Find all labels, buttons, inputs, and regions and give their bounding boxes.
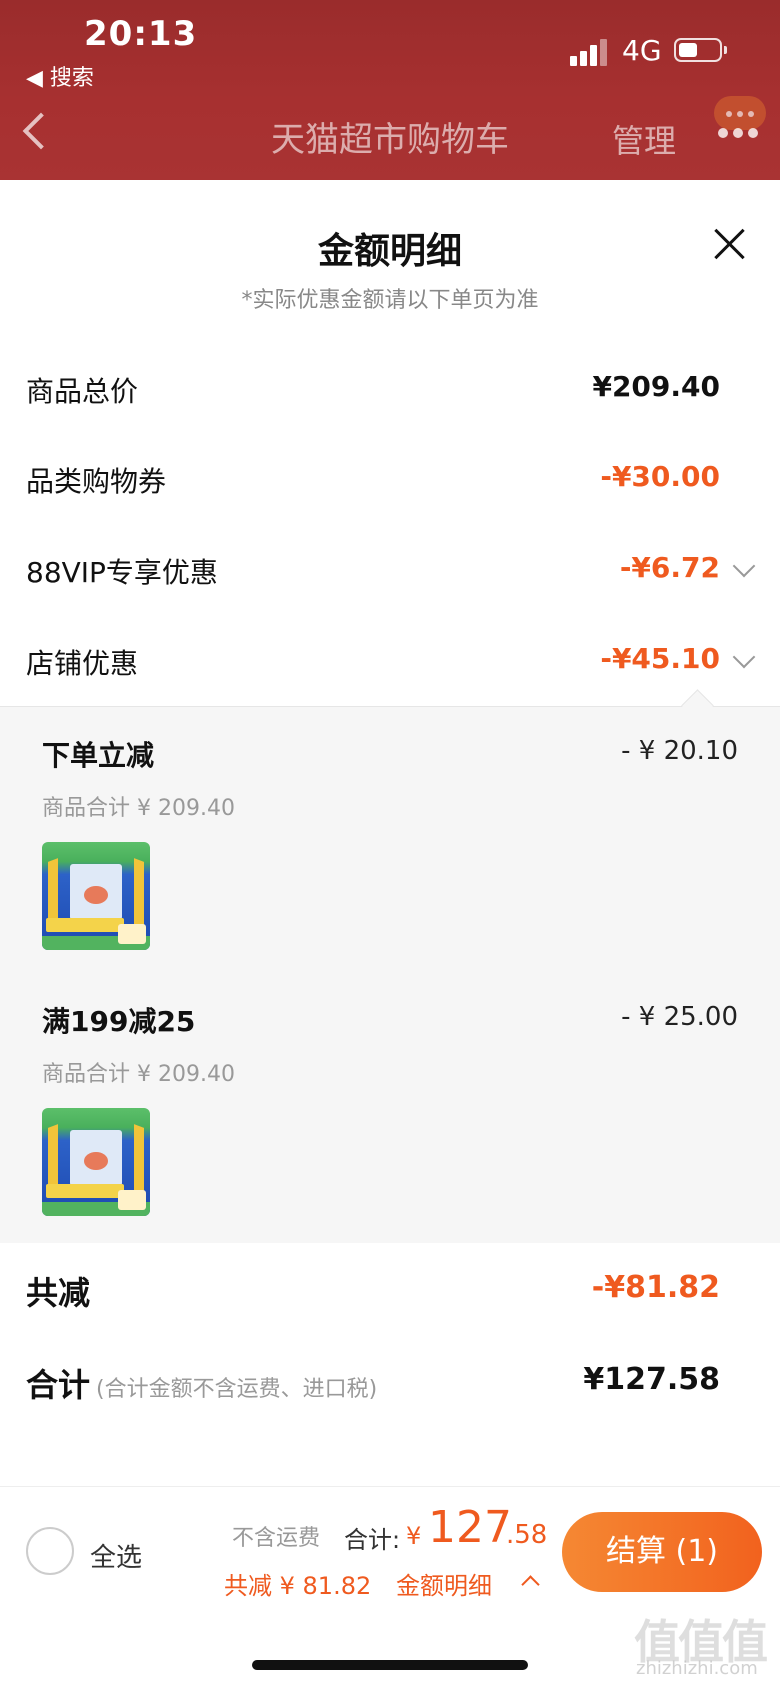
bar-total-integer: 127 <box>428 1502 512 1553</box>
manage-button[interactable]: 管理 <box>612 116 676 162</box>
product-thumbnail[interactable] <box>42 1108 150 1216</box>
amount-detail-link[interactable]: 金额明细 <box>396 1566 492 1601</box>
status-time: 20:13 <box>84 14 198 54</box>
store-discount-label[interactable]: 店铺优惠 <box>26 642 138 682</box>
grand-total-label: 合计 (合计金额不含运费、进口税) <box>26 1360 377 1406</box>
network-type: 4G <box>622 34 662 67</box>
battery-icon <box>674 38 727 62</box>
grand-total-value: ¥127.58 <box>583 1362 720 1397</box>
category-coupon-label: 品类购物券 <box>26 465 167 498</box>
top-header: 20:13 ◀ 搜索 4G 天猫超市购物车 管理 <box>0 0 780 180</box>
promo-amount: - ¥ 25.00 <box>621 1002 738 1032</box>
sheet-subtitle: *实际优惠金额请以下单页为准 <box>241 288 539 313</box>
vip-discount-label[interactable]: 88VIP专享优惠 <box>26 551 218 591</box>
total-discount-label: 共减 <box>26 1274 91 1312</box>
watermark-logo: 值值值 <box>634 1615 768 1669</box>
message-icon[interactable] <box>714 96 766 130</box>
vip-discount-value[interactable]: -¥6.72 <box>620 551 720 584</box>
store-discount-value[interactable]: -¥45.10 <box>600 642 720 675</box>
goods-total-value: ¥209.40 <box>592 370 720 403</box>
promo-amount: - ¥ 20.10 <box>621 736 738 766</box>
bar-total-label: 合计: <box>344 1526 401 1554</box>
checkout-button[interactable]: 结算 (1) <box>562 1512 762 1592</box>
goods-total-label: 商品总价 <box>26 375 139 408</box>
promo-name: 下单立减 <box>42 739 155 772</box>
product-thumbnail[interactable] <box>42 842 150 950</box>
signal-icon <box>570 38 612 66</box>
total-discount-value: -¥81.82 <box>591 1270 720 1305</box>
watermark-url: zhizhizhi.com <box>636 1658 758 1679</box>
promo-subtotal: 商品合计 ¥ 209.40 <box>42 1062 235 1087</box>
chevron-down-icon[interactable] <box>732 554 756 578</box>
promo-subtotal: 商品合计 ¥ 209.40 <box>42 796 235 821</box>
grand-total-text: 合计 <box>26 1366 91 1404</box>
promo-name: 满199减25 <box>42 1005 196 1038</box>
back-to-app-link[interactable]: ◀ 搜索 <box>26 60 94 92</box>
grand-total-note: (合计金额不含运费、进口税) <box>96 1377 378 1402</box>
category-coupon-value: -¥30.00 <box>600 460 720 493</box>
home-indicator[interactable] <box>252 1660 528 1670</box>
bar-total-decimal: .58 <box>506 1520 548 1550</box>
bar-currency: ¥ <box>406 1522 422 1550</box>
select-all-label[interactable]: 全选 <box>90 1537 142 1574</box>
close-icon[interactable] <box>712 226 748 262</box>
sheet-title: 金额明细 <box>317 231 462 272</box>
bar-saved-amount: 共减 ¥ 81.82 <box>224 1572 372 1600</box>
more-icon[interactable] <box>718 128 758 142</box>
select-all-radio[interactable] <box>26 1527 74 1575</box>
chevron-down-icon[interactable] <box>732 645 756 669</box>
freight-note: 不含运费 <box>232 1526 321 1551</box>
